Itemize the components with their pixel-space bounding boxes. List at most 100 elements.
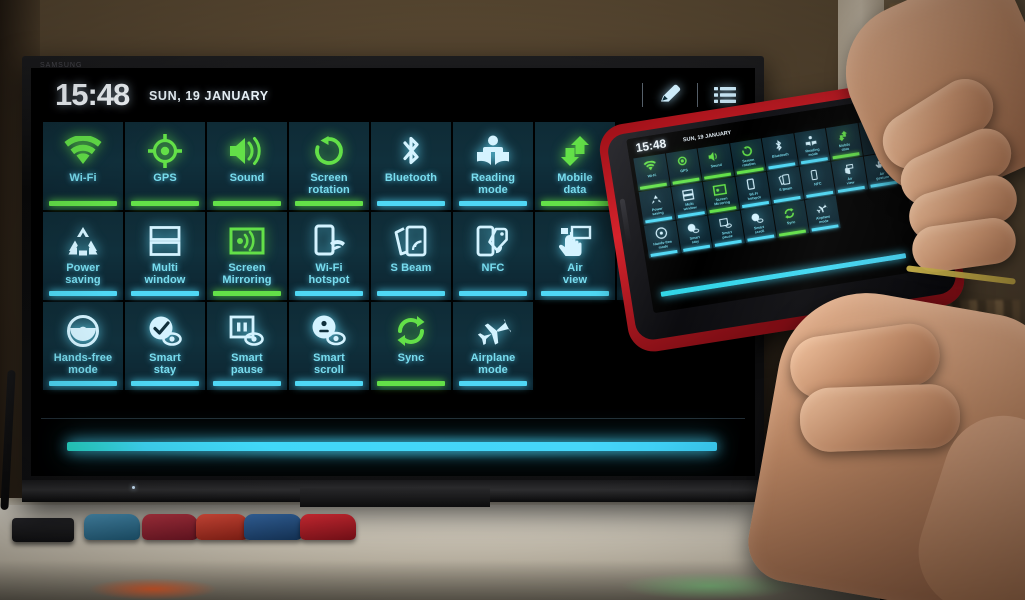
s-beam-icon [393,221,429,261]
phone-tile-wifi: Wi-Fi [633,153,670,192]
tile-state-bar [295,381,363,386]
black-device-box [12,518,74,542]
tile-state-bar [459,381,527,386]
phone-tile-label: Hands-free mode [653,239,673,250]
phone-tile-bluetooth: Bluetooth [761,133,799,171]
tile-state-bar [213,291,281,296]
tile-screen-mirroring[interactable]: Screen Mirroring [207,212,287,300]
phone-tile-sync: Sync [772,200,809,238]
phone-tile-hands-free-mode: Hands-free mode [643,220,681,259]
tile-label: NFC [481,262,505,274]
power-saving-icon [66,221,100,261]
tile-nfc[interactable]: NFC [453,212,533,300]
tile-label: S Beam [390,262,432,274]
tile-label: Power saving [65,262,101,286]
phone-tile-state-bar [650,249,678,257]
tile-label: Sound [229,172,265,184]
tile-wifi[interactable]: Wi-Fi [43,122,123,210]
tile-power-saving[interactable]: Power saving [43,212,123,300]
phone-smart-scroll-icon [750,210,764,226]
tile-air-view[interactable]: Air view [535,212,615,300]
phone-hands-free-icon [654,225,668,241]
wifi-icon [64,131,102,171]
sync-icon [395,311,427,351]
phone-tile-label: Wi-Fi [647,173,657,179]
screen-rotation-icon [313,131,345,171]
tile-sync[interactable]: Sync [371,302,451,390]
brightness-slider[interactable] [67,442,717,451]
hands-free-icon [66,311,100,351]
phone-tile-label: Sync [786,220,796,226]
phone-tile-power-saving: Power saving [638,187,675,225]
tile-gps[interactable]: GPS [125,122,205,210]
tile-s-beam[interactable]: S Beam [371,212,451,300]
toy-car [142,514,198,540]
phone-tile-label: Wi-Fi hotspot [747,191,762,202]
phone-tile-multi-window: Multi window [670,182,708,220]
phone-wifi-hotspot-icon [746,177,759,193]
tile-sound[interactable]: Sound [207,122,287,210]
phone-tile-label: GPS [680,168,689,174]
phone-tile-label: S Beam [778,186,793,193]
tile-state-bar [131,381,199,386]
gps-icon [148,131,182,171]
tile-smart-scroll[interactable]: Smart scroll [289,302,369,390]
brightness-row [41,424,745,472]
scene-root: SAMSUNG 15:48 SUN, 19 JANUARY Wi-Fi GPS … [0,0,1025,600]
panel-separator [41,418,745,419]
tile-state-bar [213,381,281,386]
tile-airplane-mode[interactable]: Airplane mode [453,302,533,390]
phone-sync-icon [783,205,796,221]
tile-state-bar [213,201,281,206]
phone-bluetooth-icon [773,138,784,153]
phone-tile-wifi-hotspot: Wi-Fi hotspot [734,171,772,210]
smart-scroll-icon [311,311,347,351]
edit-pencil-icon[interactable] [656,81,684,109]
phone-power-saving-icon [649,192,663,208]
tile-state-bar [49,291,117,296]
phone-screen-mirroring-icon [712,181,728,197]
tile-state-bar [49,201,117,206]
tile-state-bar [49,381,117,386]
tile-label: Smart pause [230,352,264,376]
tile-hands-free-mode[interactable]: Hands-free mode [43,302,123,390]
phone-tile-gps: GPS [665,148,702,187]
tv-ir-led [132,486,135,489]
phone-tile-airplane-mode: Airplane mode [804,195,841,233]
console-orange-glow [88,578,218,600]
phone-mobile-data-icon [837,128,850,144]
multi-window-icon [149,221,181,261]
phone-tile-label: Air view [846,176,855,186]
phone-tile-screen-mirroring: Screen Mirroring [702,177,740,215]
finger [798,383,962,453]
tile-label: Multi window [144,262,186,286]
tile-smart-pause[interactable]: Smart pause [207,302,287,390]
phone-multi-window-icon [681,187,695,203]
phone-tile-label: Smart stay [689,235,701,245]
tile-smart-stay[interactable]: Smart stay [125,302,205,390]
tile-bluetooth[interactable]: Bluetooth [371,122,451,210]
phone-tile-label: Smart scroll [753,224,765,235]
tile-reading-mode[interactable]: Reading mode [453,122,533,210]
phone-tile-label: Mobile data [838,142,851,152]
tile-state-bar [459,291,527,296]
tile-wifi-hotspot[interactable]: Wi-Fi hotspot [289,212,369,300]
toy-car [244,514,302,540]
airplane-icon [475,311,511,351]
phone-tile-label: Screen rotation [742,157,756,168]
status-divider-right [697,83,698,107]
status-divider-left [642,83,643,107]
tile-label: Mobile data [557,172,593,196]
phone-nfc-icon [810,166,823,182]
tile-state-bar [377,291,445,296]
phone-tile-smart-scroll: Smart scroll [740,205,777,244]
phone-airplane-icon [815,200,829,216]
tv-stand [300,487,490,507]
list-view-icon[interactable] [711,81,739,109]
tile-screen-rotation[interactable]: Screen rotation [289,122,369,210]
wifi-hotspot-icon [313,221,345,261]
tile-label: Wi-Fi hotspot [308,262,350,286]
tile-multi-window[interactable]: Multi window [125,212,205,300]
tile-label: Wi-Fi [69,172,97,184]
tile-label: Air view [562,262,588,286]
